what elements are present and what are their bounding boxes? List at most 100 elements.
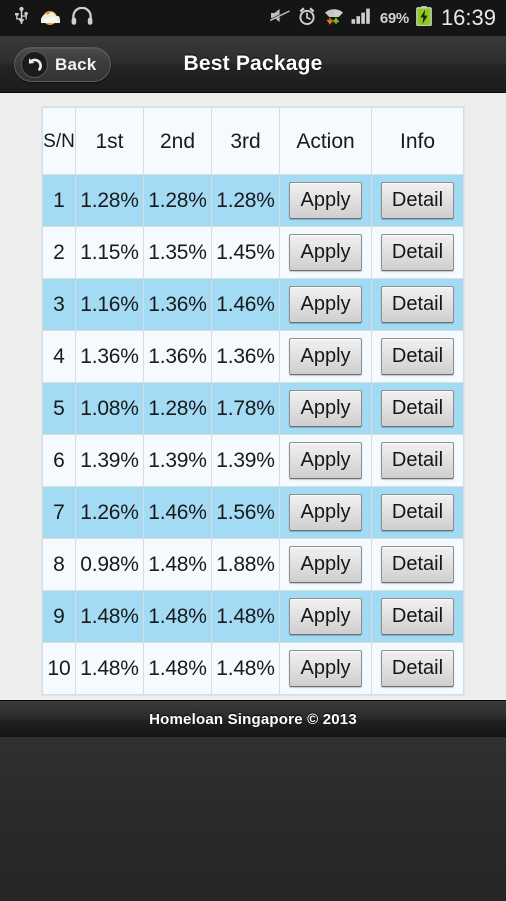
cell-serial-number: 1 — [42, 174, 76, 227]
status-bar-left-icons — [14, 6, 93, 31]
column-header-action: Action — [279, 107, 372, 175]
cell-action: Apply — [279, 486, 372, 539]
table-row: 7 1.26% 1.46% 1.56% Apply Detail — [42, 486, 464, 539]
table-row: 9 1.48% 1.48% 1.48% Apply Detail — [42, 590, 464, 643]
cell-serial-number: 5 — [42, 382, 76, 435]
apply-button[interactable]: Apply — [289, 546, 362, 583]
cell-action: Apply — [279, 590, 372, 643]
column-header-1st: 1st — [75, 107, 144, 175]
table-header: S/N 1st 2nd 3rd Action Info — [42, 107, 464, 175]
cell-info: Detail — [371, 538, 464, 591]
usb-icon — [14, 6, 29, 31]
cell-serial-number: 3 — [42, 278, 76, 331]
cell-serial-number: 4 — [42, 330, 76, 383]
detail-button[interactable]: Detail — [380, 390, 455, 427]
mute-icon — [269, 6, 291, 30]
table-row: 5 1.08% 1.28% 1.78% Apply Detail — [42, 382, 464, 435]
cell-action: Apply — [279, 538, 372, 591]
table-row: 2 1.15% 1.35% 1.45% Apply Detail — [42, 226, 464, 279]
table-row: 1 1.28% 1.28% 1.28% Apply Detail — [42, 174, 464, 227]
cell-rate-2nd: 1.36% — [143, 330, 212, 383]
cell-rate-1st: 1.48% — [75, 642, 144, 695]
cell-info: Detail — [371, 642, 464, 695]
footer-bar: Homeloan Singapore © 2013 — [0, 700, 506, 737]
cell-rate-2nd: 1.28% — [143, 174, 212, 227]
table-row: 10 1.48% 1.48% 1.48% Apply Detail — [42, 642, 464, 695]
status-bar: 69% 16:39 — [0, 0, 506, 36]
cell-rate-1st: 1.39% — [75, 434, 144, 487]
cell-rate-2nd: 1.48% — [143, 538, 212, 591]
cell-rate-2nd: 1.35% — [143, 226, 212, 279]
cell-serial-number: 2 — [42, 226, 76, 279]
cell-rate-1st: 1.15% — [75, 226, 144, 279]
cell-action: Apply — [279, 434, 372, 487]
column-header-3rd: 3rd — [211, 107, 280, 175]
cell-action: Apply — [279, 226, 372, 279]
detail-button[interactable]: Detail — [380, 338, 455, 375]
apply-button[interactable]: Apply — [289, 390, 362, 427]
cell-info: Detail — [371, 330, 464, 383]
apply-button[interactable]: Apply — [289, 234, 362, 271]
empty-area-below-footer — [0, 737, 506, 901]
status-bar-clock: 16:39 — [440, 5, 496, 30]
cell-info: Detail — [371, 434, 464, 487]
table-body: 1 1.28% 1.28% 1.28% Apply Detail 2 1.15% 1.35% 1.… — [42, 174, 464, 695]
cell-info: Detail — [371, 278, 464, 331]
signal-bars-icon — [351, 7, 373, 30]
cell-rate-1st: 1.48% — [75, 590, 144, 643]
back-button-label: Back — [55, 54, 97, 74]
phone-screen: 69% 16:39 Back Best Package S/N 1st 2nd … — [0, 0, 506, 901]
cell-serial-number: 8 — [42, 538, 76, 591]
cell-info: Detail — [371, 486, 464, 539]
cell-rate-3rd: 1.78% — [211, 382, 280, 435]
apply-button[interactable]: Apply — [289, 598, 362, 635]
cell-serial-number: 9 — [42, 590, 76, 643]
cell-rate-1st: 1.28% — [75, 174, 144, 227]
cell-action: Apply — [279, 330, 372, 383]
detail-button[interactable]: Detail — [380, 442, 455, 479]
table-row: 8 0.98% 1.48% 1.88% Apply Detail — [42, 538, 464, 591]
table-row: 3 1.16% 1.36% 1.46% Apply Detail — [42, 278, 464, 331]
wifi-data-icon — [323, 6, 344, 30]
cell-rate-3rd: 1.56% — [211, 486, 280, 539]
cell-rate-3rd: 1.28% — [211, 174, 280, 227]
detail-button[interactable]: Detail — [380, 494, 455, 531]
cell-rate-1st: 1.36% — [75, 330, 144, 383]
back-button[interactable]: Back — [14, 47, 112, 82]
column-header-2nd: 2nd — [143, 107, 212, 175]
footer-copyright-text: Homeloan Singapore © 2013 — [149, 710, 357, 728]
cell-serial-number: 6 — [42, 434, 76, 487]
headphones-icon — [71, 6, 93, 30]
detail-button[interactable]: Detail — [380, 650, 455, 687]
apply-button[interactable]: Apply — [289, 286, 362, 323]
title-bar: Back Best Package — [0, 36, 506, 93]
column-header-sn: S/N — [42, 107, 76, 175]
apply-button[interactable]: Apply — [289, 442, 362, 479]
weather-sunrise-icon — [39, 7, 61, 30]
cell-rate-3rd: 1.88% — [211, 538, 280, 591]
back-arrow-icon — [21, 51, 48, 78]
detail-button[interactable]: Detail — [380, 182, 455, 219]
battery-charging-icon — [416, 5, 432, 31]
apply-button[interactable]: Apply — [289, 650, 362, 687]
detail-button[interactable]: Detail — [380, 234, 455, 271]
best-package-table: S/N 1st 2nd 3rd Action Info 1 1.28% 1.28% 1… — [42, 107, 464, 695]
cell-rate-1st: 0.98% — [75, 538, 144, 591]
detail-button[interactable]: Detail — [380, 286, 455, 323]
cell-rate-2nd: 1.39% — [143, 434, 212, 487]
apply-button[interactable]: Apply — [289, 338, 362, 375]
cell-action: Apply — [279, 278, 372, 331]
table-row: 4 1.36% 1.36% 1.36% Apply Detail — [42, 330, 464, 383]
content-area: S/N 1st 2nd 3rd Action Info 1 1.28% 1.28% 1… — [0, 93, 506, 700]
cell-info: Detail — [371, 174, 464, 227]
cell-rate-2nd: 1.28% — [143, 382, 212, 435]
detail-button[interactable]: Detail — [380, 546, 455, 583]
cell-rate-3rd: 1.45% — [211, 226, 280, 279]
apply-button[interactable]: Apply — [289, 494, 362, 531]
cell-rate-2nd: 1.46% — [143, 486, 212, 539]
table-header-row: S/N 1st 2nd 3rd Action Info — [42, 107, 464, 175]
detail-button[interactable]: Detail — [380, 598, 455, 635]
column-header-info: Info — [371, 107, 464, 175]
apply-button[interactable]: Apply — [289, 182, 362, 219]
cell-serial-number: 7 — [42, 486, 76, 539]
